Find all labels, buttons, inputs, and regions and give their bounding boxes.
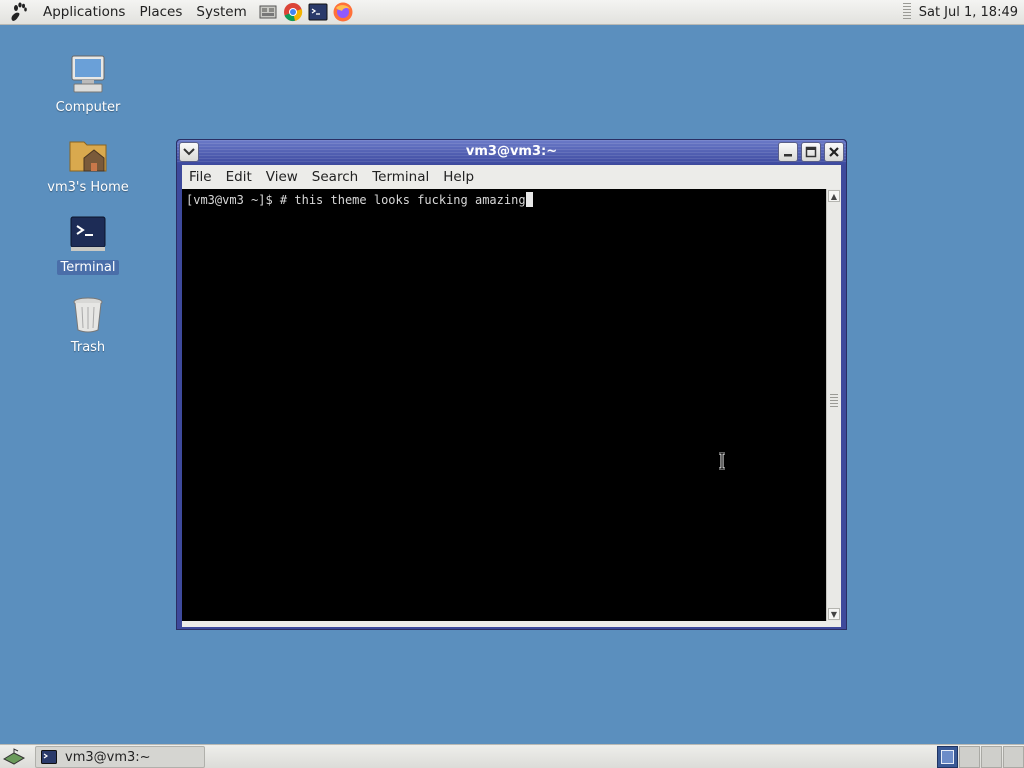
bottom-panel: vm3@vm3:~ <box>0 744 1024 768</box>
close-icon <box>829 147 839 157</box>
workspace-switcher[interactable] <box>937 746 1024 768</box>
firefox-icon[interactable] <box>332 1 354 23</box>
top-panel: Applications Places System Sat Jul 1, 18… <box>0 0 1024 25</box>
workspace-2[interactable] <box>959 746 980 768</box>
desktop-icon-label: Terminal <box>56 260 120 275</box>
workspace-4[interactable] <box>1003 746 1024 768</box>
desktop-icon-home[interactable]: vm3's Home <box>43 132 133 195</box>
file-manager-icon[interactable] <box>257 1 279 23</box>
terminal-icon <box>66 212 110 256</box>
panel-drag-handle[interactable] <box>902 3 911 21</box>
desktop-icon-computer[interactable]: Computer <box>43 52 133 115</box>
applications-menu[interactable]: Applications <box>36 0 132 25</box>
gnome-foot-icon[interactable] <box>7 1 29 23</box>
show-desktop-icon[interactable] <box>2 747 26 767</box>
menu-search[interactable]: Search <box>305 165 365 189</box>
computer-icon <box>66 52 110 96</box>
desktop-icon-label: vm3's Home <box>47 180 129 195</box>
chrome-icon[interactable] <box>282 1 304 23</box>
terminal-icon <box>41 750 57 764</box>
desktop-icon-label: Trash <box>70 340 106 355</box>
workspace-1[interactable] <box>937 746 958 768</box>
clock[interactable]: Sat Jul 1, 18:49 <box>919 5 1018 20</box>
terminal-area[interactable]: [vm3@vm3 ~]$ # this theme looks fucking … <box>182 189 826 621</box>
scroll-down-icon[interactable]: ▼ <box>828 608 840 620</box>
window-title: vm3@vm3:~ <box>465 144 558 159</box>
system-menu[interactable]: System <box>189 0 253 25</box>
trash-icon <box>66 292 110 336</box>
terminal-window[interactable]: vm3@vm3:~ File Edit View Search Terminal… <box>176 139 847 630</box>
menu-file[interactable]: File <box>182 165 219 189</box>
vertical-scrollbar[interactable]: ▲ ▼ <box>826 189 841 621</box>
minimize-icon <box>784 154 792 157</box>
desktop-icon-trash[interactable]: Trash <box>43 292 133 355</box>
taskbar-item-label: vm3@vm3:~ <box>65 749 151 765</box>
terminal-line: [vm3@vm3 ~]$ # this theme looks fucking … <box>186 192 533 208</box>
places-menu[interactable]: Places <box>132 0 189 25</box>
taskbar-item-terminal[interactable]: vm3@vm3:~ <box>35 746 205 768</box>
menu-terminal[interactable]: Terminal <box>365 165 436 189</box>
home-folder-icon <box>66 132 110 176</box>
text-cursor <box>525 192 533 207</box>
menu-edit[interactable]: Edit <box>219 165 259 189</box>
scroll-grip[interactable] <box>830 394 838 408</box>
maximize-button[interactable] <box>801 142 821 162</box>
workspace-3[interactable] <box>981 746 1002 768</box>
maximize-icon <box>805 146 817 158</box>
window-titlebar[interactable]: vm3@vm3:~ <box>177 140 846 164</box>
window-bottom-border <box>182 621 841 627</box>
desktop-icon-label: Computer <box>55 100 121 115</box>
menu-view[interactable]: View <box>259 165 305 189</box>
window-menubar: File Edit View Search Terminal Help <box>182 165 841 189</box>
menu-help[interactable]: Help <box>436 165 481 189</box>
terminal-launcher-icon[interactable] <box>307 1 329 23</box>
terminal-text: [vm3@vm3 ~]$ # this theme looks fucking … <box>186 193 526 207</box>
ibeam-cursor-icon <box>719 452 725 470</box>
desktop-icon-terminal[interactable]: Terminal <box>43 212 133 275</box>
scroll-up-icon[interactable]: ▲ <box>828 190 840 202</box>
close-button[interactable] <box>824 142 844 162</box>
minimize-button[interactable] <box>778 142 798 162</box>
